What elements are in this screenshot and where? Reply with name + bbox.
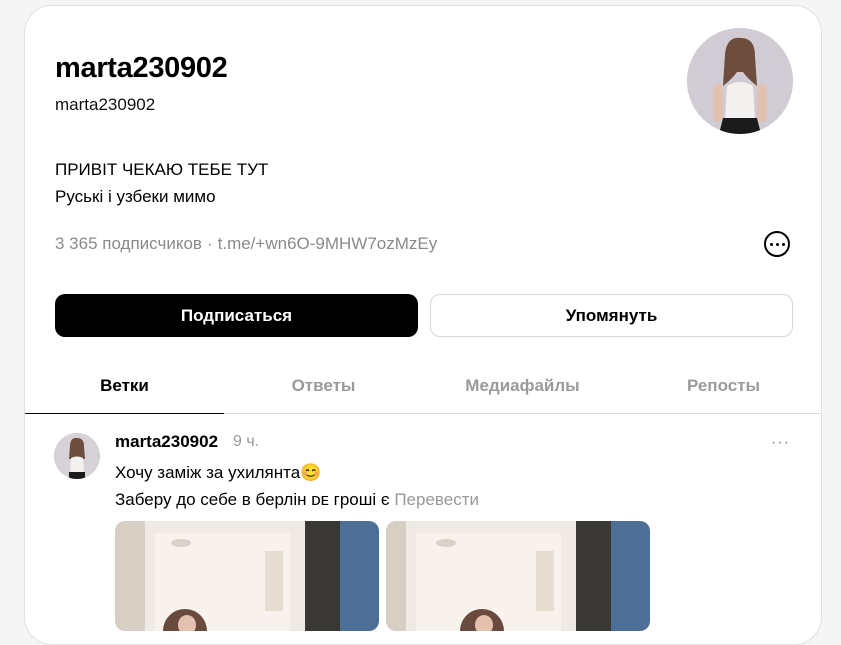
profile-avatar[interactable]: [687, 28, 793, 134]
post-timestamp: 9 ч.: [233, 433, 260, 450]
post-image-1[interactable]: [115, 521, 379, 631]
post-text-line-2: Заберу до себе в берлін ᴅᴇ гроші є Перев…: [115, 486, 479, 513]
profile-tabs: Ветки Ответы Медиафайлы Репосты: [25, 358, 821, 414]
avatar-photo: [687, 28, 793, 134]
profile-meta: 3 365 подписчиков · t.me/+wn6O-9MHW7ozMzEy: [55, 234, 437, 254]
post-body: Хочу заміж за ухилянта😊 Заберу до себе в…: [115, 459, 479, 513]
post-image-2-graphic: [386, 521, 650, 631]
profile-bio: ПРИВІТ ЧЕКАЮ ТЕБЕ ТУТ Руські і узбеки ми…: [55, 156, 268, 210]
tab-reposts[interactable]: Репосты: [624, 358, 821, 413]
post-author-name[interactable]: marta230902: [115, 432, 218, 452]
follow-button[interactable]: Подписаться: [55, 294, 418, 337]
meta-separator: ·: [206, 234, 213, 253]
post-image-1-graphic: [115, 521, 379, 631]
profile-card: marta230902 marta230902 ПРИВІТ ЧЕКАЮ ТЕБ…: [24, 5, 822, 645]
post-image-2[interactable]: [386, 521, 650, 631]
tab-replies[interactable]: Ответы: [224, 358, 423, 413]
tab-threads[interactable]: Ветки: [25, 358, 224, 414]
post-avatar-photo: [54, 433, 100, 479]
tab-media[interactable]: Медиафайлы: [423, 358, 622, 413]
profile-display-name: marta230902: [55, 52, 228, 84]
bio-line-2: Руські і узбеки мимо: [55, 187, 216, 206]
ellipsis-icon[interactable]: ···: [771, 434, 790, 452]
mention-button[interactable]: Упомянуть: [430, 294, 793, 337]
profile-link[interactable]: t.me/+wn6O-9MHW7ozMzEy: [218, 234, 438, 253]
more-options-icon[interactable]: [764, 231, 790, 257]
profile-handle: marta230902: [55, 95, 156, 114]
post-author-avatar[interactable]: [54, 433, 100, 479]
bio-line-1: ПРИВІТ ЧЕКАЮ ТЕБЕ ТУТ: [55, 160, 269, 179]
translate-link[interactable]: Перевести: [394, 490, 479, 509]
post-text-line-2-content: Заберу до себе в берлін ᴅᴇ гроші є: [115, 490, 390, 509]
followers-count[interactable]: 3 365 подписчиков: [55, 234, 202, 253]
post-text-line-1: Хочу заміж за ухилянта😊: [115, 463, 322, 482]
